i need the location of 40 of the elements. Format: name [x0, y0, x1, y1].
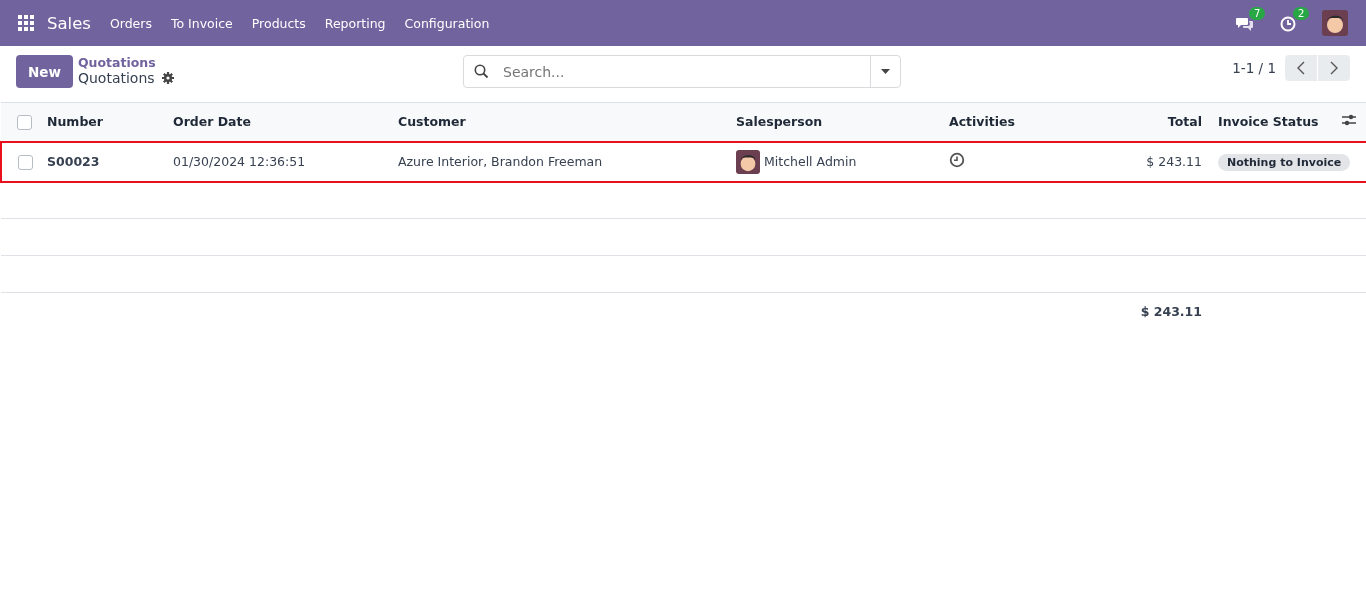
page-title: Quotations [77, 70, 155, 86]
menu-item[interactable]: Configuration [404, 15, 490, 31]
app-name[interactable]: Sales [47, 13, 91, 33]
message-count: 7 [1249, 7, 1266, 20]
app-grid-icon[interactable] [18, 15, 34, 31]
table-cell: Azure Interior, Brandon Freeman [398, 154, 603, 169]
activity-count: 2 [1293, 7, 1310, 20]
chevron-left-icon [1297, 61, 1305, 75]
column-header[interactable]: Invoice Status [1218, 114, 1319, 130]
column-header[interactable]: Order Date [173, 114, 251, 130]
column-header[interactable]: Activities [949, 114, 1015, 130]
column-header[interactable]: Customer [398, 114, 466, 130]
column-header[interactable]: Total [1167, 114, 1202, 130]
menu-item[interactable]: To Invoice [170, 15, 233, 31]
column-options-icon[interactable] [1342, 114, 1356, 127]
select-all-checkbox[interactable] [17, 114, 32, 130]
clock-icon[interactable] [949, 152, 965, 168]
breadcrumb-link[interactable]: Quotations [77, 55, 174, 70]
menu-item[interactable]: Reporting [324, 15, 386, 31]
table-cell: S00023 [47, 154, 100, 169]
row-checkbox[interactable] [18, 154, 33, 170]
chevron-right-icon [1330, 61, 1338, 75]
chat-icon[interactable] [1236, 16, 1254, 32]
table-cell: $ 243.11 [1146, 154, 1202, 169]
footer-total: $ 243.11 [1140, 304, 1202, 320]
salesperson-avatar [736, 149, 760, 174]
status-badge: Nothing to Invoice [1218, 154, 1351, 171]
column-header[interactable]: Number [47, 114, 103, 130]
menu-item[interactable]: Orders [109, 15, 152, 31]
new-button[interactable]: New [16, 55, 73, 88]
column-header[interactable]: Salesperson [736, 114, 823, 130]
pager-value: 1-1 / 1 [1232, 60, 1276, 76]
menu-item[interactable]: Products [251, 15, 306, 31]
table-cell: Mitchell Admin [764, 154, 857, 169]
user-avatar[interactable] [1322, 10, 1348, 36]
caret-icon [881, 69, 890, 74]
search-box[interactable]: Search... [463, 55, 901, 88]
search-icon [474, 64, 489, 79]
settings-icon[interactable] [161, 72, 174, 84]
table-cell: 01/30/2024 12:36:51 [173, 154, 306, 169]
